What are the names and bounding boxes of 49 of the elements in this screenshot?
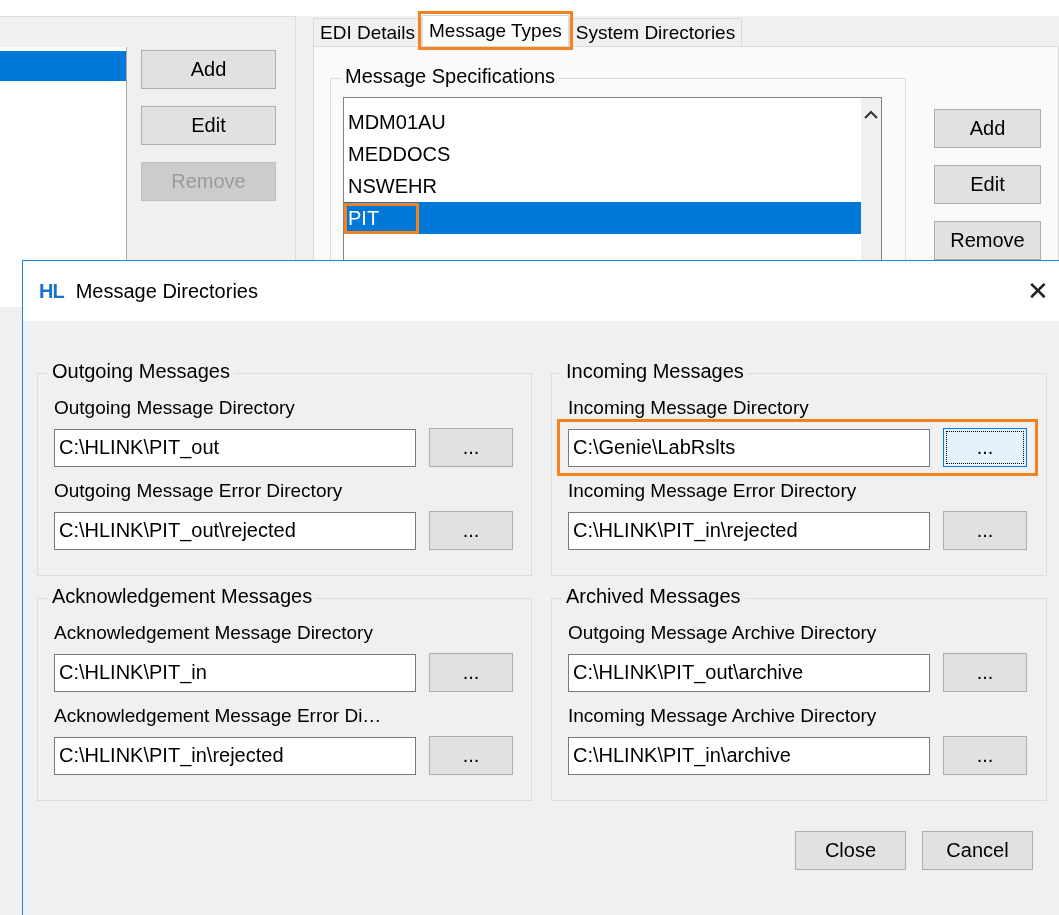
path-field[interactable]: C:\HLINK\PIT_in\rejected — [54, 736, 416, 775]
app-logo: HL — [39, 279, 64, 303]
item-label: MDM01AU — [348, 110, 446, 134]
field-label: Incoming Message Directory — [568, 396, 810, 420]
action-button[interactable]: Add — [934, 109, 1041, 148]
field-label: Outgoing Message Error Directory — [54, 479, 344, 503]
browse-button[interactable]: ... — [943, 511, 1027, 550]
list-item[interactable]: NSWEHR — [344, 170, 861, 202]
browse-button[interactable]: ... — [429, 653, 513, 692]
tab[interactable]: EDI Details — [313, 18, 423, 46]
list-item[interactable]: PIT — [344, 202, 861, 234]
path-field[interactable]: C:\HLINK\PIT_in\archive — [568, 736, 930, 775]
field-label: Acknowledgement Message Error Di… — [54, 704, 383, 728]
path-field[interactable]: C:\HLINK\PIT_in\rejected — [568, 511, 930, 550]
browse-button[interactable]: ... — [429, 511, 513, 550]
window-title: Message Directories — [75, 279, 259, 303]
browse-button[interactable]: ... — [943, 653, 1027, 692]
item-label: NSWEHR — [348, 174, 437, 198]
browse-button[interactable]: ... — [943, 428, 1027, 467]
group-title: Acknowledgement Messages — [48, 585, 317, 608]
browse-button[interactable]: ... — [429, 736, 513, 775]
close-icon[interactable]: ✕ — [1027, 275, 1049, 307]
path-field[interactable]: C:\HLINK\PIT_out\rejected — [54, 511, 416, 550]
path-field[interactable]: C:\Genie\LabRslts — [568, 428, 930, 467]
path-field[interactable]: C:\HLINK\PIT_out\archive — [568, 653, 930, 692]
list-item[interactable]: MDM01AU — [344, 106, 861, 138]
group-title: Incoming Messages — [562, 360, 748, 383]
browse-button[interactable]: ... — [943, 736, 1027, 775]
group-title: Message Specifications — [341, 65, 560, 88]
dialog-button[interactable]: Close — [795, 831, 906, 870]
field-label: Incoming Message Error Directory — [568, 479, 858, 503]
browse-button[interactable]: ... — [429, 428, 513, 467]
item-label: MEDDOCS — [348, 142, 451, 166]
list-item[interactable]: MEDDOCS — [344, 138, 861, 170]
path-field[interactable]: C:\HLINK\PIT_out — [54, 428, 416, 467]
field-label: Incoming Message Archive Directory — [568, 704, 878, 728]
group-title: Outgoing Messages — [48, 360, 234, 383]
group-title: Archived Messages — [562, 585, 745, 608]
field-label: Outgoing Message Directory — [54, 396, 296, 420]
action-button[interactable]: Remove — [934, 221, 1041, 260]
scroll-up-icon[interactable] — [864, 110, 878, 119]
action-button[interactable]: Add — [141, 50, 276, 89]
tab[interactable]: System Directories — [568, 18, 743, 46]
path-field[interactable]: C:\HLINK\PIT_in — [54, 653, 416, 692]
dialog-button[interactable]: Cancel — [922, 831, 1033, 870]
field-label: Outgoing Message Archive Directory — [568, 621, 878, 645]
action-button[interactable]: Edit — [141, 106, 276, 145]
action-button[interactable]: Edit — [934, 165, 1041, 204]
field-label: Acknowledgement Message Directory — [54, 621, 374, 645]
